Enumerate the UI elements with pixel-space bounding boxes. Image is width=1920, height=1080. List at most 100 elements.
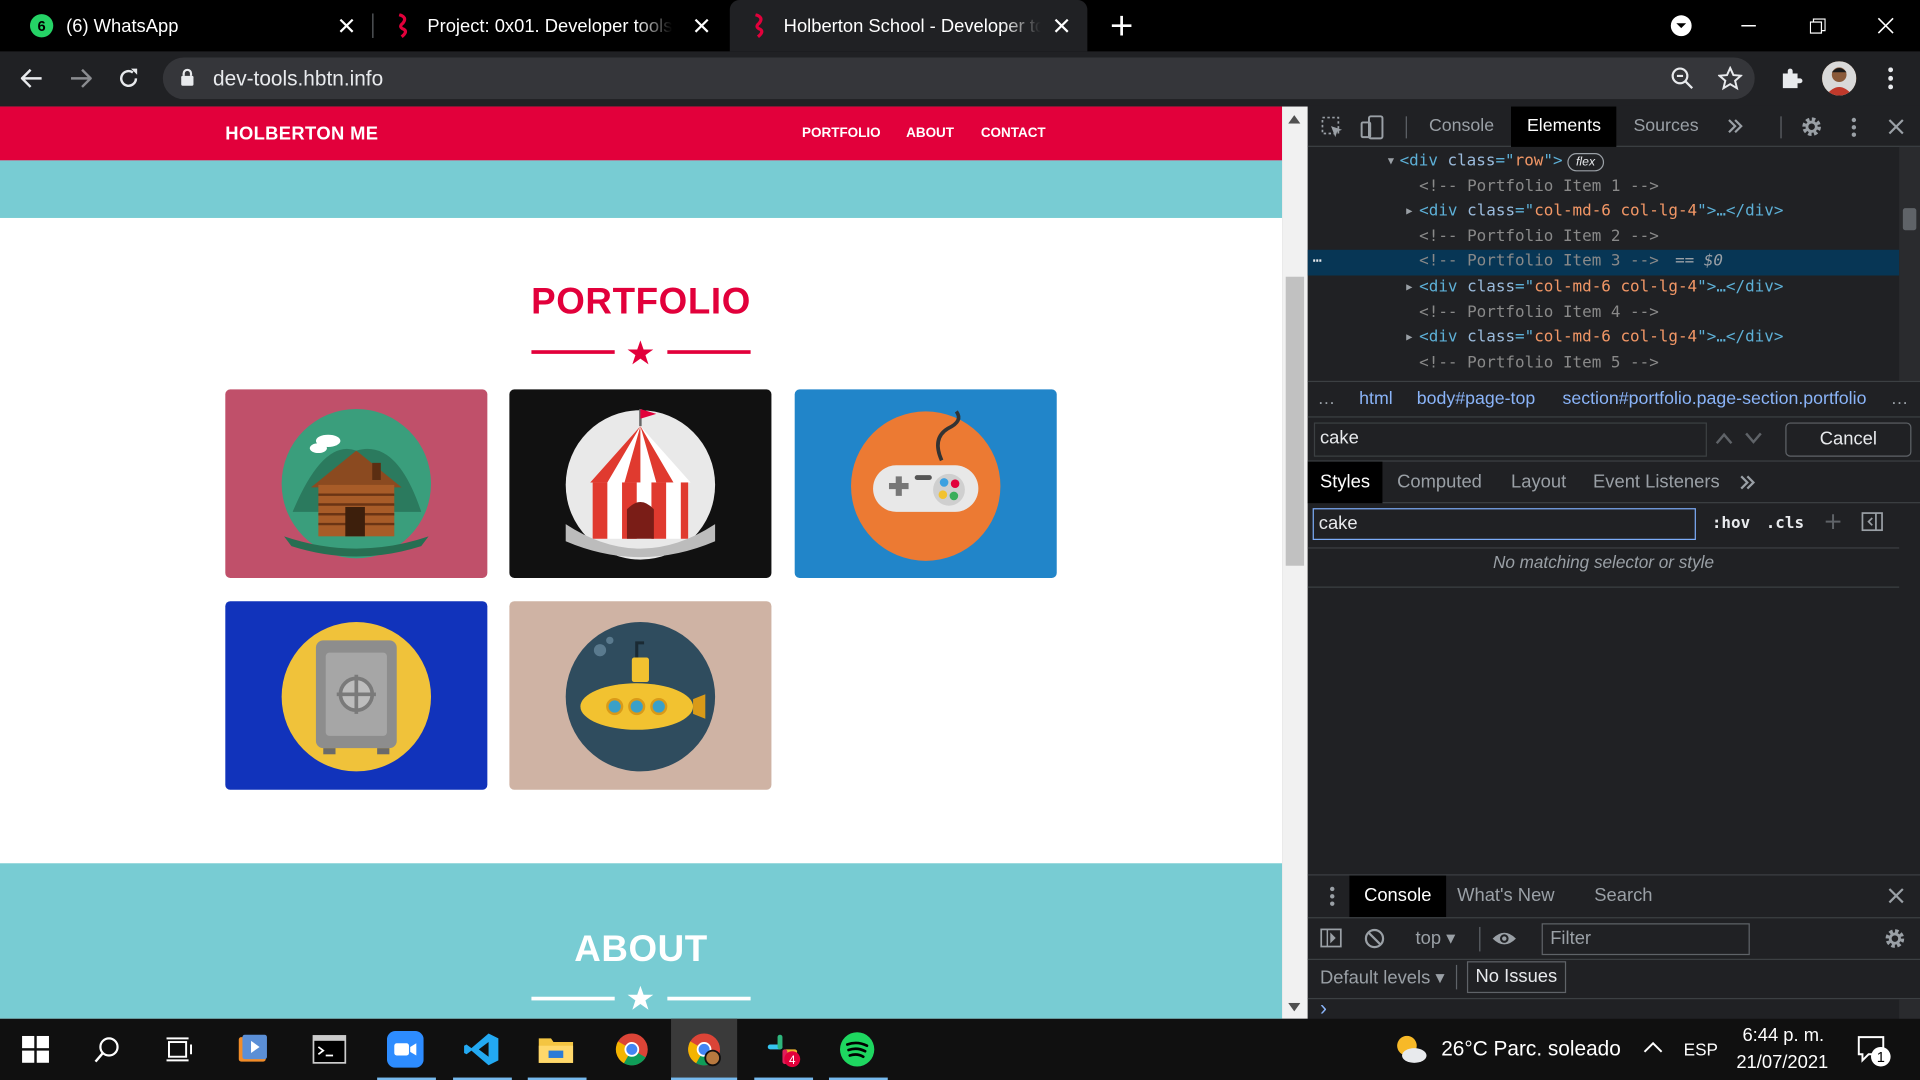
search-icon[interactable] [88, 1030, 127, 1069]
nav-link-about[interactable]: ABOUT [906, 126, 954, 141]
log-levels-dropdown[interactable]: Default levels ▾ [1320, 966, 1445, 988]
bookmark-star-icon[interactable] [1717, 66, 1743, 91]
dom-scrollbar[interactable] [1899, 146, 1920, 381]
flex-badge[interactable]: flex [1567, 153, 1604, 172]
chrome-menu-button[interactable] [1873, 61, 1907, 95]
tab-search-button[interactable] [1647, 0, 1716, 51]
console-prompt[interactable]: › [1320, 997, 1327, 1021]
task-view-icon[interactable] [160, 1030, 199, 1069]
console-filter-input[interactable]: Filter [1541, 923, 1750, 956]
weather-icon[interactable] [1393, 1033, 1427, 1065]
breadcrumb-more[interactable]: … [1891, 389, 1909, 409]
hov-button[interactable]: :hov [1712, 514, 1750, 532]
toggle-sidebar-icon[interactable] [1861, 512, 1883, 532]
clear-console-icon[interactable] [1364, 928, 1385, 949]
close-devtools-icon[interactable] [1888, 119, 1904, 135]
tab-project[interactable]: Project: 0x01. Developer tools | Holbert… [373, 0, 727, 51]
slack-icon[interactable]: 4 [763, 1030, 802, 1069]
close-window-button[interactable] [1851, 0, 1920, 51]
tab-event-listeners[interactable]: Event Listeners [1593, 462, 1720, 504]
portfolio-item-game-controller[interactable] [794, 389, 1057, 578]
search-prev-icon[interactable] [1715, 432, 1733, 445]
extensions-icon[interactable] [1774, 61, 1808, 95]
breadcrumb-ellipsis[interactable]: … [1318, 389, 1336, 409]
tab-styles[interactable]: Styles [1307, 461, 1383, 504]
address-bar[interactable]: dev-tools.hbtn.info [162, 57, 1755, 100]
drawer-tab-whats-new[interactable]: What's New [1457, 876, 1554, 918]
inspect-element-icon[interactable] [1321, 116, 1343, 138]
dom-comment-selected[interactable]: ⋯ <!-- Portfolio Item 3 --> == $0 [1307, 250, 1900, 276]
breadcrumb-section[interactable]: section#portfolio.page-section.portfolio [1562, 389, 1880, 409]
zoom-icon[interactable] [1671, 67, 1694, 89]
minimize-button[interactable] [1714, 0, 1783, 51]
dom-search-input[interactable]: cake [1313, 422, 1707, 457]
dom-scrollbar-thumb[interactable] [1902, 208, 1917, 231]
avatar[interactable] [1822, 61, 1857, 96]
spotify-icon[interactable] [838, 1030, 877, 1069]
sidebar-toggle-icon[interactable] [1320, 928, 1342, 948]
dom-node-row[interactable]: ▸ <div class="col-md-6 col-lg-4">…</div> [1308, 200, 1899, 225]
dom-node-row[interactable]: ▾ <div class="row"> flex [1308, 149, 1899, 174]
back-button[interactable] [15, 61, 49, 95]
site-brand[interactable]: HOLBERTON ME [225, 124, 378, 145]
terminal-icon[interactable] [310, 1030, 349, 1069]
tab-whatsapp[interactable]: 6 (6) WhatsApp [0, 0, 372, 51]
forward-button[interactable] [64, 61, 98, 95]
media-player-icon[interactable] [234, 1030, 273, 1069]
more-tabs-icon[interactable] [1739, 474, 1756, 491]
portfolio-item-submarine[interactable] [509, 601, 772, 790]
more-tabs-icon[interactable] [1727, 118, 1744, 135]
chevron-up-icon[interactable] [1643, 1041, 1663, 1053]
vscode-icon[interactable] [462, 1030, 501, 1069]
drawer-tab-console[interactable]: Console [1349, 875, 1447, 918]
nav-link-contact[interactable]: CONTACT [981, 126, 1046, 141]
chrome-profile-taskbar-button[interactable] [671, 1018, 738, 1080]
close-icon[interactable] [1051, 15, 1073, 37]
dom-comment[interactable]: <!-- Portfolio Item 4 --> [1308, 301, 1899, 326]
search-next-icon[interactable] [1745, 432, 1762, 444]
new-tab-button[interactable] [1106, 10, 1138, 42]
zoom-app-icon[interactable] [386, 1030, 425, 1069]
console-settings-icon[interactable] [1883, 927, 1906, 950]
ellipsis-icon[interactable]: ⋯ [1313, 250, 1323, 275]
tab-developer-tools[interactable]: Holberton School - Developer tools [729, 0, 1088, 52]
clock-time[interactable]: 6:44 p. m. [1742, 1025, 1824, 1046]
close-icon[interactable] [691, 15, 713, 37]
nav-link-portfolio[interactable]: PORTFOLIO [802, 126, 881, 141]
dom-comment[interactable]: <!-- Portfolio Item 5 --> [1308, 351, 1899, 375]
portfolio-item-cabin[interactable] [225, 389, 488, 578]
add-rule-icon[interactable] [1824, 513, 1841, 530]
reload-button[interactable] [111, 61, 145, 95]
device-toolbar-icon[interactable] [1360, 115, 1384, 140]
file-explorer-icon[interactable] [536, 1030, 575, 1069]
tab-console[interactable]: Console [1429, 107, 1494, 147]
tab-elements[interactable]: Elements [1511, 106, 1617, 147]
notifications-icon[interactable]: 1 [1857, 1036, 1895, 1068]
expand-arrow-icon[interactable]: ▸ [1404, 276, 1414, 301]
tab-layout[interactable]: Layout [1511, 462, 1566, 504]
language-indicator[interactable]: ESP [1684, 1040, 1718, 1060]
windows-start-icon[interactable] [16, 1030, 55, 1069]
eye-icon[interactable] [1491, 931, 1517, 947]
scrollbar-thumb[interactable] [1285, 276, 1305, 566]
issues-button[interactable]: No Issues [1466, 961, 1566, 994]
close-icon[interactable] [336, 15, 358, 37]
dom-comment[interactable]: <!-- Portfolio Item 1 --> [1308, 175, 1899, 200]
breadcrumb-body[interactable]: body#page-top [1417, 389, 1535, 409]
customize-menu-icon[interactable] [1851, 117, 1857, 138]
styles-filter-input[interactable]: cake [1312, 508, 1696, 540]
clock-date[interactable]: 21/07/2021 [1736, 1052, 1828, 1073]
context-selector[interactable]: top ▾ [1416, 927, 1456, 949]
chrome-icon[interactable] [612, 1030, 651, 1069]
expand-arrow-icon[interactable]: ▾ [1386, 149, 1396, 174]
breadcrumb-html[interactable]: html [1359, 389, 1393, 409]
expand-arrow-icon[interactable]: ▸ [1404, 200, 1414, 225]
dom-node-row[interactable]: ▸ <div class="col-md-6 col-lg-4">…</div> [1308, 276, 1899, 301]
tab-sources[interactable]: Sources [1633, 107, 1698, 147]
dom-comment[interactable]: <!-- Portfolio Item 2 --> [1308, 225, 1899, 250]
cancel-button[interactable]: Cancel [1785, 422, 1912, 457]
dom-node-row[interactable]: ▸ <div class="col-md-6 col-lg-4">…</div> [1308, 326, 1899, 351]
tab-computed[interactable]: Computed [1397, 462, 1482, 504]
console-scrollbar[interactable] [1899, 999, 1920, 1020]
close-drawer-icon[interactable] [1888, 888, 1904, 904]
